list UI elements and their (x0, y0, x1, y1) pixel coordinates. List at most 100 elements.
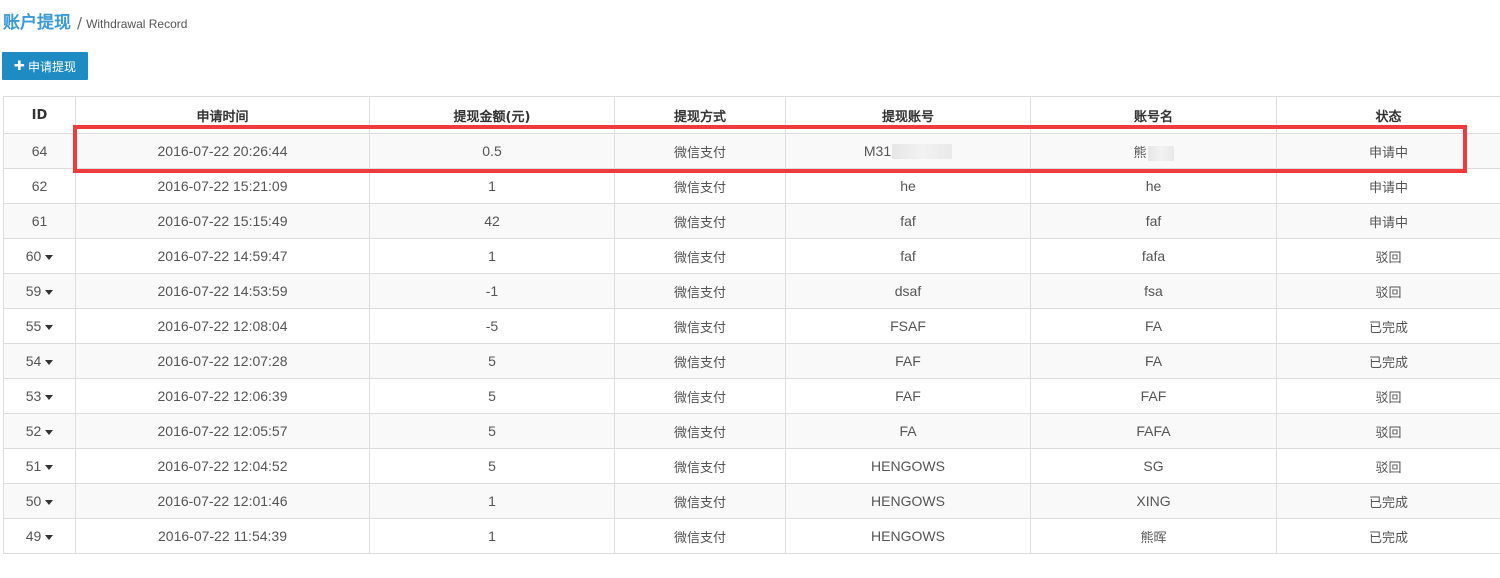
column-header-method: 提现方式 (614, 96, 786, 134)
table-row: 49 2016-07-22 11:54:39 1 微信支付 HENGOWS 熊晖 已完成 (3, 518, 1500, 554)
cell-account-name: fsa (1030, 273, 1277, 309)
account-text: HENGOWS (871, 458, 945, 474)
cell-time: 2016-07-22 12:08:04 (75, 308, 370, 344)
cell-account-name: 熊晖 (1030, 518, 1277, 554)
cell-time: 2016-07-22 12:05:57 (75, 413, 370, 449)
cell-account-name: fafa (1030, 238, 1277, 274)
cell-amount: 5 (369, 448, 615, 484)
table-row: 53 2016-07-22 12:06:39 5 微信支付 FAF FAF 驳回 (3, 378, 1500, 414)
row-id-text: 52 (25, 423, 42, 439)
account-name-text: FA (1144, 353, 1163, 369)
cell-status: 已完成 (1276, 518, 1500, 554)
apply-withdrawal-label: 申请提现 (27, 59, 76, 74)
cell-method: 微信支付 (614, 203, 786, 239)
page-title: 账户提现 (3, 13, 71, 33)
redacted-block (892, 144, 953, 160)
cell-account: FA (785, 413, 1031, 449)
account-text: faf (900, 213, 916, 229)
account-text: he (900, 178, 916, 194)
cell-id: 64 (3, 133, 76, 169)
table-row: 50 2016-07-22 12:01:46 1 微信支付 HENGOWS XING 已完成 (3, 483, 1500, 519)
cell-status: 驳回 (1276, 413, 1500, 449)
cell-status: 驳回 (1276, 378, 1500, 414)
cell-time: 2016-07-22 15:21:09 (75, 168, 370, 204)
cell-id: 52 (3, 413, 76, 449)
row-id-text: 51 (25, 458, 42, 474)
caret-down-icon[interactable] (45, 464, 54, 470)
caret-down-icon[interactable] (45, 499, 54, 505)
row-id-text: 61 (31, 213, 48, 229)
account-text: FA (899, 423, 917, 439)
cell-account: HENGOWS (785, 483, 1031, 519)
table-row: 52 2016-07-22 12:05:57 5 微信支付 FA FAFA 驳回 (3, 413, 1500, 449)
cell-id: 51 (3, 448, 76, 484)
cell-id: 49 (3, 518, 76, 554)
caret-down-icon[interactable] (45, 394, 54, 400)
column-header-id: ID (3, 96, 76, 134)
caret-down-icon[interactable] (45, 324, 54, 330)
table-header-row: ID 申请时间 提现金额(元) 提现方式 提现账号 账号名 状态 (3, 96, 1500, 134)
cell-status: 驳回 (1276, 448, 1500, 484)
account-name-text: FAF (1140, 388, 1167, 404)
cell-amount: 1 (369, 483, 615, 519)
row-id-text: 59 (25, 283, 42, 299)
cell-status: 已完成 (1276, 483, 1500, 519)
cell-account: dsaf (785, 273, 1031, 309)
account-text: FAF (895, 388, 921, 404)
cell-id: 62 (3, 168, 76, 204)
row-id-text: 55 (25, 318, 42, 334)
account-text: HENGOWS (871, 528, 945, 544)
cell-status: 申请中 (1276, 133, 1500, 169)
cell-time: 2016-07-22 12:01:46 (75, 483, 370, 519)
cell-time: 2016-07-22 14:53:59 (75, 273, 370, 309)
cell-method: 微信支付 (614, 133, 786, 169)
cell-status: 申请中 (1276, 203, 1500, 239)
cell-id: 53 (3, 378, 76, 414)
account-text: faf (900, 248, 916, 264)
cell-method: 微信支付 (614, 168, 786, 204)
account-name-text: FA (1144, 318, 1163, 334)
cell-time: 2016-07-22 12:07:28 (75, 343, 370, 379)
caret-down-icon[interactable] (45, 429, 54, 435)
cell-status: 已完成 (1276, 308, 1500, 344)
redacted-block (1147, 145, 1174, 161)
caret-down-icon[interactable] (45, 534, 54, 540)
column-header-status: 状态 (1276, 96, 1500, 134)
cell-method: 微信支付 (614, 448, 786, 484)
table-row: 55 2016-07-22 12:08:04 -5 微信支付 FSAF FA 已完成 (3, 308, 1500, 344)
cell-account-name: XING (1030, 483, 1277, 519)
caret-down-icon[interactable] (45, 359, 54, 365)
apply-withdrawal-button[interactable]: ✚ 申请提现 (2, 52, 88, 80)
cell-id: 50 (3, 483, 76, 519)
table-row: 61 2016-07-22 15:15:49 42 微信支付 faf faf 申请中 (3, 203, 1500, 239)
column-header-account: 提现账号 (785, 96, 1031, 134)
cell-account-name: SG (1030, 448, 1277, 484)
cell-amount: 5 (369, 378, 615, 414)
plus-icon: ✚ (14, 58, 25, 74)
cell-id: 55 (3, 308, 76, 344)
cell-method: 微信支付 (614, 413, 786, 449)
cell-method: 微信支付 (614, 483, 786, 519)
cell-method: 微信支付 (614, 273, 786, 309)
caret-down-icon[interactable] (45, 254, 54, 260)
cell-id: 60 (3, 238, 76, 274)
cell-account: FAF (785, 343, 1031, 379)
cell-status: 申请中 (1276, 168, 1500, 204)
cell-account: HENGOWS (785, 448, 1031, 484)
cell-method: 微信支付 (614, 518, 786, 554)
caret-down-icon[interactable] (45, 289, 54, 295)
table-row: 54 2016-07-22 12:07:28 5 微信支付 FAF FA 已完成 (3, 343, 1500, 379)
cell-method: 微信支付 (614, 308, 786, 344)
cell-status: 驳回 (1276, 273, 1500, 309)
account-name-text: fafa (1141, 248, 1166, 264)
cell-account: FAF (785, 378, 1031, 414)
cell-id: 59 (3, 273, 76, 309)
cell-method: 微信支付 (614, 343, 786, 379)
account-text: FAF (895, 353, 921, 369)
cell-account: M31 (785, 133, 1031, 169)
cell-amount: 5 (369, 413, 615, 449)
account-name-text: FAFA (1136, 423, 1171, 439)
cell-id: 61 (3, 203, 76, 239)
cell-account: HENGOWS (785, 518, 1031, 554)
cell-amount: 0.5 (369, 133, 615, 169)
